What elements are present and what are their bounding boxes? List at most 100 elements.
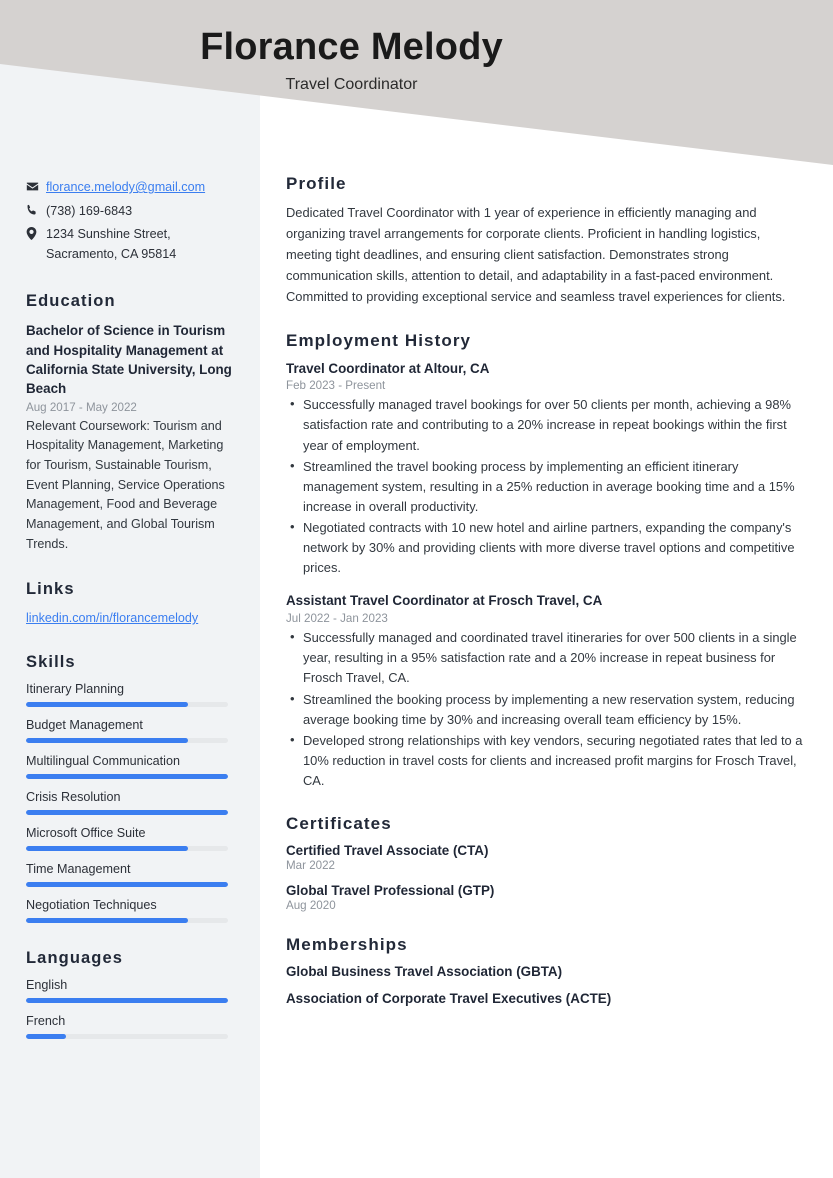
links-heading: Links: [26, 580, 75, 599]
employment-bullet: Streamlined the travel booking process b…: [286, 456, 807, 517]
employment-dates: Feb 2023 - Present: [286, 379, 386, 393]
languages-section: Languages English French: [26, 949, 234, 1040]
profile-section: Profile Dedicated Travel Coordinator wit…: [286, 174, 807, 308]
skill-level-fill: [26, 998, 228, 1004]
contact-text: 1234 Sunshine Street, Sacramento, CA 958…: [46, 227, 177, 261]
employment-dates: Jul 2022 - Jan 2023: [286, 612, 388, 626]
certificates-entries: Certified Travel Associate (CTA) Mar 2022…: [286, 843, 807, 912]
skills-section: Skills Itinerary Planning Budget Manageme…: [26, 653, 234, 924]
certificates-section: Certificates Certified Travel Associate …: [286, 814, 807, 912]
employment-bullet: Successfully managed travel bookings for…: [286, 394, 807, 455]
education-section: Education Bachelor of Science in Tourism…: [26, 292, 234, 554]
language-label: French: [26, 1014, 66, 1029]
employment-section: Employment History Travel Coordinator at…: [286, 331, 807, 792]
skill-level-track: [26, 846, 228, 852]
certificate-entry: Global Travel Professional (GTP) Aug 2020: [286, 883, 807, 912]
education-entry: Bachelor of Science in Tourism and Hospi…: [26, 321, 234, 554]
education-entries: Bachelor of Science in Tourism and Hospi…: [26, 321, 234, 554]
skill-level-fill: [26, 918, 188, 924]
employment-bullet-list: Successfully managed travel bookings for…: [286, 394, 807, 578]
skill-item: Itinerary Planning: [26, 682, 234, 708]
skill-label: Time Management: [26, 862, 131, 877]
skill-item: Microsoft Office Suite: [26, 826, 234, 852]
skill-item: Budget Management: [26, 718, 234, 744]
education-dates: Aug 2017 - May 2022: [26, 400, 137, 414]
employment-title: Travel Coordinator at Altour, CA: [286, 360, 490, 376]
skill-level-fill: [26, 702, 188, 708]
certificate-entry: Certified Travel Associate (CTA) Mar 2022: [286, 843, 807, 872]
main-column: Profile Dedicated Travel Coordinator wit…: [286, 0, 807, 1029]
skill-label: Negotiation Techniques: [26, 898, 157, 913]
skills-heading: Skills: [26, 653, 76, 672]
certificate-date: Aug 2020: [286, 899, 336, 913]
links-list: linkedin.com/in/florancemelody: [26, 609, 234, 627]
sidebar: florance.melody@gmail.com (738) 169-6843 1…: [0, 0, 260, 1065]
phone-icon: [26, 202, 46, 216]
skill-level-track: [26, 918, 228, 924]
employment-heading: Employment History: [286, 330, 472, 350]
certificates-heading: Certificates: [286, 814, 392, 834]
skill-item: Negotiation Techniques: [26, 898, 234, 924]
skill-level-fill: [26, 738, 188, 744]
skill-level-track: [26, 738, 228, 744]
contact-email-link[interactable]: florance.melody@gmail.com: [46, 180, 205, 194]
employment-entry: Travel Coordinator at Altour, CA Feb 2023…: [286, 360, 807, 579]
location-pin-icon: [26, 225, 46, 240]
skill-label: Itinerary Planning: [26, 682, 125, 697]
link-item[interactable]: linkedin.com/in/florancemelody: [26, 611, 198, 625]
skill-level-fill: [26, 774, 228, 780]
skill-level-fill: [26, 810, 228, 816]
memberships-heading: Memberships: [286, 935, 408, 955]
contact-text: (738) 169-6843: [46, 203, 133, 218]
memberships-section: Memberships Global Business Travel Assoc…: [286, 935, 807, 1006]
employment-bullet: Negotiated contracts with 10 new hotel a…: [286, 517, 807, 578]
language-label: English: [26, 978, 68, 993]
skill-level-track: [26, 882, 228, 888]
employment-bullet: Streamlined the booking process by imple…: [286, 689, 807, 730]
skill-label: Microsoft Office Suite: [26, 826, 146, 841]
skill-level-fill: [26, 1034, 67, 1040]
contact-row: (738) 169-6843: [26, 202, 234, 222]
membership-entry: Global Business Travel Association (GBTA…: [286, 964, 563, 980]
certificate-date: Mar 2022: [286, 859, 335, 873]
skill-item: Crisis Resolution: [26, 790, 234, 816]
membership-entry: Association of Corporate Travel Executiv…: [286, 991, 612, 1007]
skill-item: Time Management: [26, 862, 234, 888]
resume-page: Florance Melody Travel Coordinator flora…: [0, 0, 833, 1178]
skill-label: Multilingual Communication: [26, 754, 180, 769]
employment-title: Assistant Travel Coordinator at Frosch T…: [286, 593, 603, 609]
languages-heading: Languages: [26, 949, 124, 968]
profile-heading: Profile: [286, 174, 347, 193]
employment-bullet: Successfully managed and coordinated tra…: [286, 627, 807, 688]
links-section: Links linkedin.com/in/florancemelody: [26, 580, 234, 627]
employment-entries: Travel Coordinator at Altour, CA Feb 2023…: [286, 360, 807, 792]
education-degree: Bachelor of Science in Tourism and Hospi…: [26, 323, 232, 397]
skill-level-track: [26, 998, 228, 1004]
skill-label: Crisis Resolution: [26, 790, 121, 805]
education-description: Relevant Coursework: Tourism and Hospita…: [26, 418, 225, 551]
skills-list: Itinerary Planning Budget Management Multi…: [26, 682, 234, 924]
memberships-entries: Global Business Travel Association (GBTA…: [286, 964, 807, 1006]
envelope-icon: [26, 178, 46, 193]
employment-entry: Assistant Travel Coordinator at Frosch T…: [286, 592, 807, 791]
language-item: French: [26, 1014, 234, 1040]
employment-bullet: Developed strong relationships with key …: [286, 730, 807, 791]
certificate-name: Certified Travel Associate (CTA): [286, 843, 489, 859]
profile-text: Dedicated Travel Coordinator with 1 year…: [286, 205, 786, 304]
certificate-name: Global Travel Professional (GTP): [286, 883, 495, 899]
skill-level-fill: [26, 882, 228, 888]
contact-row[interactable]: florance.melody@gmail.com: [26, 178, 234, 198]
skill-level-track: [26, 702, 228, 708]
education-heading: Education: [26, 292, 116, 311]
employment-bullet-list: Successfully managed and coordinated tra…: [286, 627, 807, 791]
contact-row: 1234 Sunshine Street, Sacramento, CA 958…: [26, 225, 234, 264]
languages-list: English French: [26, 978, 234, 1040]
contact-list: florance.melody@gmail.com (738) 169-6843 1…: [26, 178, 234, 264]
skill-level-track: [26, 1034, 228, 1040]
language-item: English: [26, 978, 234, 1004]
skill-level-fill: [26, 846, 188, 852]
skill-level-track: [26, 810, 228, 816]
skill-item: Multilingual Communication: [26, 754, 234, 780]
skill-label: Budget Management: [26, 718, 143, 733]
skill-level-track: [26, 774, 228, 780]
